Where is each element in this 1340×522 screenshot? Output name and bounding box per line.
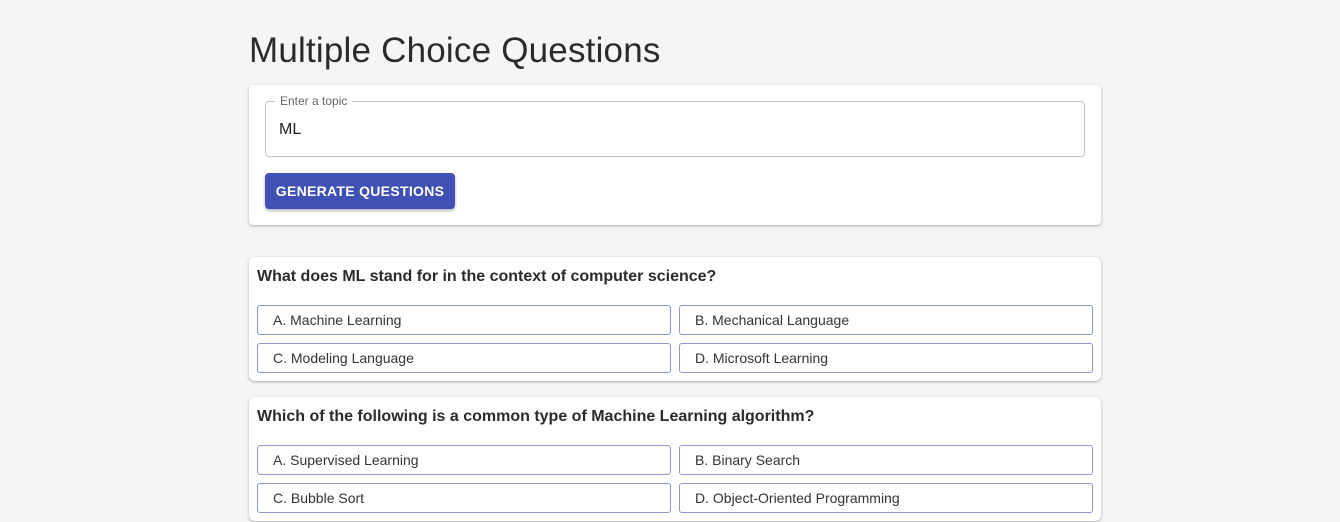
topic-field[interactable]: Enter a topic [265, 93, 1085, 157]
answer-option-d[interactable]: D. Object-Oriented Programming [679, 483, 1093, 513]
page-title: Multiple Choice Questions [249, 31, 661, 70]
generate-questions-button[interactable]: GENERATE QUESTIONS [265, 173, 455, 209]
topic-field-label: Enter a topic [275, 93, 353, 109]
question-text: What does ML stand for in the context of… [257, 268, 717, 285]
answer-option-c[interactable]: C. Modeling Language [257, 343, 671, 373]
topic-input[interactable] [279, 118, 1069, 142]
answer-option-a[interactable]: A. Supervised Learning [257, 445, 671, 475]
answer-option-d[interactable]: D. Microsoft Learning [679, 343, 1093, 373]
topic-form-card: Enter a topic GENERATE QUESTIONS [249, 85, 1101, 225]
answer-option-c[interactable]: C. Bubble Sort [257, 483, 671, 513]
question-text: Which of the following is a common type … [257, 408, 815, 425]
answer-option-b[interactable]: B. Mechanical Language [679, 305, 1093, 335]
answer-option-b[interactable]: B. Binary Search [679, 445, 1093, 475]
answer-option-a[interactable]: A. Machine Learning [257, 305, 671, 335]
question-card: What does ML stand for in the context of… [249, 257, 1101, 381]
question-card: Which of the following is a common type … [249, 397, 1101, 521]
